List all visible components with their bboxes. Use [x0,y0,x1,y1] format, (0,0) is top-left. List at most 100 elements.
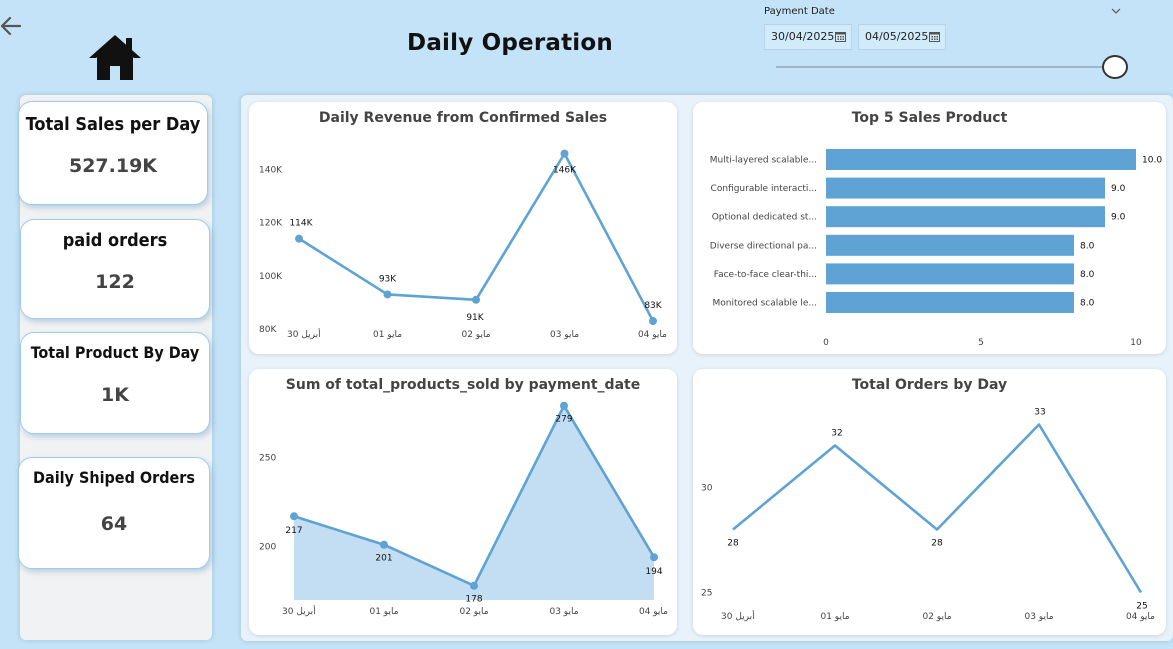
data-point [560,149,569,158]
x-tick-label: 10 [1130,338,1142,348]
y-tick-label: 120K [259,219,283,229]
data-label: 279 [555,415,572,425]
x-tick-label: 02 مايو [461,330,490,340]
kpi-value: 64 [100,513,128,535]
bar [826,263,1074,285]
data-point [290,512,298,521]
top-products-bar-chart: Multi-layered scalable... 10.0 Configurabl… [710,149,1162,348]
data-label: 28 [727,539,739,549]
end-date-value: 04/05/2025 [865,30,929,43]
calendar-icon[interactable] [835,31,846,42]
data-point [470,581,478,590]
data-label: 114K [289,219,313,229]
products-sold-chart-card: Sum of total_products_sold by payment_da… [249,369,677,635]
kpi-card-shipped-orders: Daily Shiped Orders 64 [18,457,210,569]
bar-value-label: 8.0 [1080,299,1095,309]
kpi-label: paid orders [62,230,168,251]
revenue-chart-card: Daily Revenue from Confirmed Sales 80K 10… [249,102,677,354]
y-tick-label: 200 [259,543,276,553]
data-label: 32 [831,429,842,439]
kpi-card-total-products: Total Product By Day 1K [20,332,210,434]
orders-line-chart: 25 30 30 أبريل 01 مايو 02 مايو 03 مايو 04 مايو… [701,408,1155,623]
date-range-slider-handle[interactable] [1102,55,1128,79]
bar [826,177,1105,199]
series-line [732,423,1143,594]
end-date-input[interactable]: 04/05/2025 [858,24,946,50]
bar-value-label: 9.0 [1111,184,1126,194]
slicer-title: Payment Date [764,6,835,17]
y-tick-label: 25 [701,589,712,599]
x-tick-label: 01 مايو [820,612,849,622]
data-label: 178 [465,595,482,605]
data-point [295,234,303,243]
orders-chart-card: Total Orders by Day 25 30 30 أبريل 01 مايو 0… [693,369,1166,635]
kpi-card-total-sales: Total Sales per Day 527.19K [18,101,208,205]
bar-value-label: 9.0 [1111,213,1126,223]
x-tick-label: 30 أبريل [287,328,321,340]
bar [826,206,1105,228]
series-area [294,405,654,600]
start-date-value: 30/04/2025 [771,30,835,43]
page-title: Daily Operation [407,30,613,56]
bar-category-label: Configurable interacti... [711,184,817,194]
kpi-label: Total Product By Day [30,343,200,362]
data-point [472,295,480,304]
x-tick-label: 0 [823,338,829,348]
x-tick-label: 5 [978,338,984,348]
x-tick-label: 30 أبريل [721,610,755,622]
data-label: 28 [931,539,943,549]
x-tick-label: 30 أبريل [282,605,316,617]
y-tick-label: 140K [259,166,283,176]
data-point [383,290,392,299]
calendar-icon[interactable] [929,31,940,42]
home-icon[interactable] [86,32,144,82]
bar-category-label: Monitored scalable le... [712,299,817,309]
kpi-value: 1K [101,384,129,406]
data-point [560,401,568,410]
data-label: 194 [645,567,662,577]
bar-value-label: 8.0 [1080,270,1095,280]
payment-date-slicer: Payment Date 30/04/2025 04/05/2025 [760,4,1140,84]
data-label: 91K [466,313,484,323]
bar [826,292,1074,313]
x-tick-label: 03 مايو [550,330,579,340]
data-point [649,317,657,326]
y-tick-label: 30 [701,484,713,494]
kpi-card-paid-orders: paid orders 122 [20,219,210,319]
kpi-value: 527.19K [68,155,158,177]
data-label: 146K [553,166,577,176]
x-tick-label: 04 مايو [639,607,668,617]
kpi-value: 122 [95,271,135,293]
bar-value-label: 8.0 [1080,241,1095,251]
start-date-input[interactable]: 30/04/2025 [764,24,852,50]
products-sold-area-chart: 200 250 30 أبريل 01 مايو 02 مايو 03 مايو 04 ما… [259,401,668,617]
data-label: 33 [1034,408,1045,418]
top-products-chart-card: Top 5 Sales Product Multi-layered scalab… [693,102,1166,354]
x-tick-label: 03 مايو [1024,612,1053,622]
bar [826,149,1136,170]
data-label: 25 [1136,602,1147,612]
bar-category-label: Diverse directional pa... [710,241,817,251]
kpi-label: Total Sales per Day [25,114,201,135]
x-tick-label: 04 مايو [638,330,667,340]
kpi-panel: Total Sales per Day 527.19K paid orders … [18,95,212,640]
bar [826,234,1074,256]
chevron-down-icon[interactable] [1110,6,1122,16]
x-tick-label: 04 مايو [1126,612,1155,622]
data-point [380,540,388,549]
x-tick-label: 03 مايو [549,607,578,617]
data-label: 83K [644,301,662,311]
back-arrow-icon[interactable] [0,12,28,40]
bar-category-label: Face-to-face clear-thi... [714,270,817,280]
y-tick-label: 80K [259,325,277,335]
data-label: 217 [285,526,302,536]
bar-category-label: Multi-layered scalable... [710,156,817,166]
x-tick-label: 02 مايو [459,607,488,617]
charts-panel: Daily Revenue from Confirmed Sales 80K 10… [241,95,1173,641]
revenue-line-chart: 80K 100K 120K 140K 30 أبريل 01 مايو 02 مايو 03 … [259,149,667,340]
bar-value-label: 10.0 [1142,156,1162,166]
data-point [650,553,658,562]
data-label: 93K [379,274,397,284]
date-range-slider-track[interactable] [776,66,1116,68]
y-tick-label: 100K [259,272,283,282]
